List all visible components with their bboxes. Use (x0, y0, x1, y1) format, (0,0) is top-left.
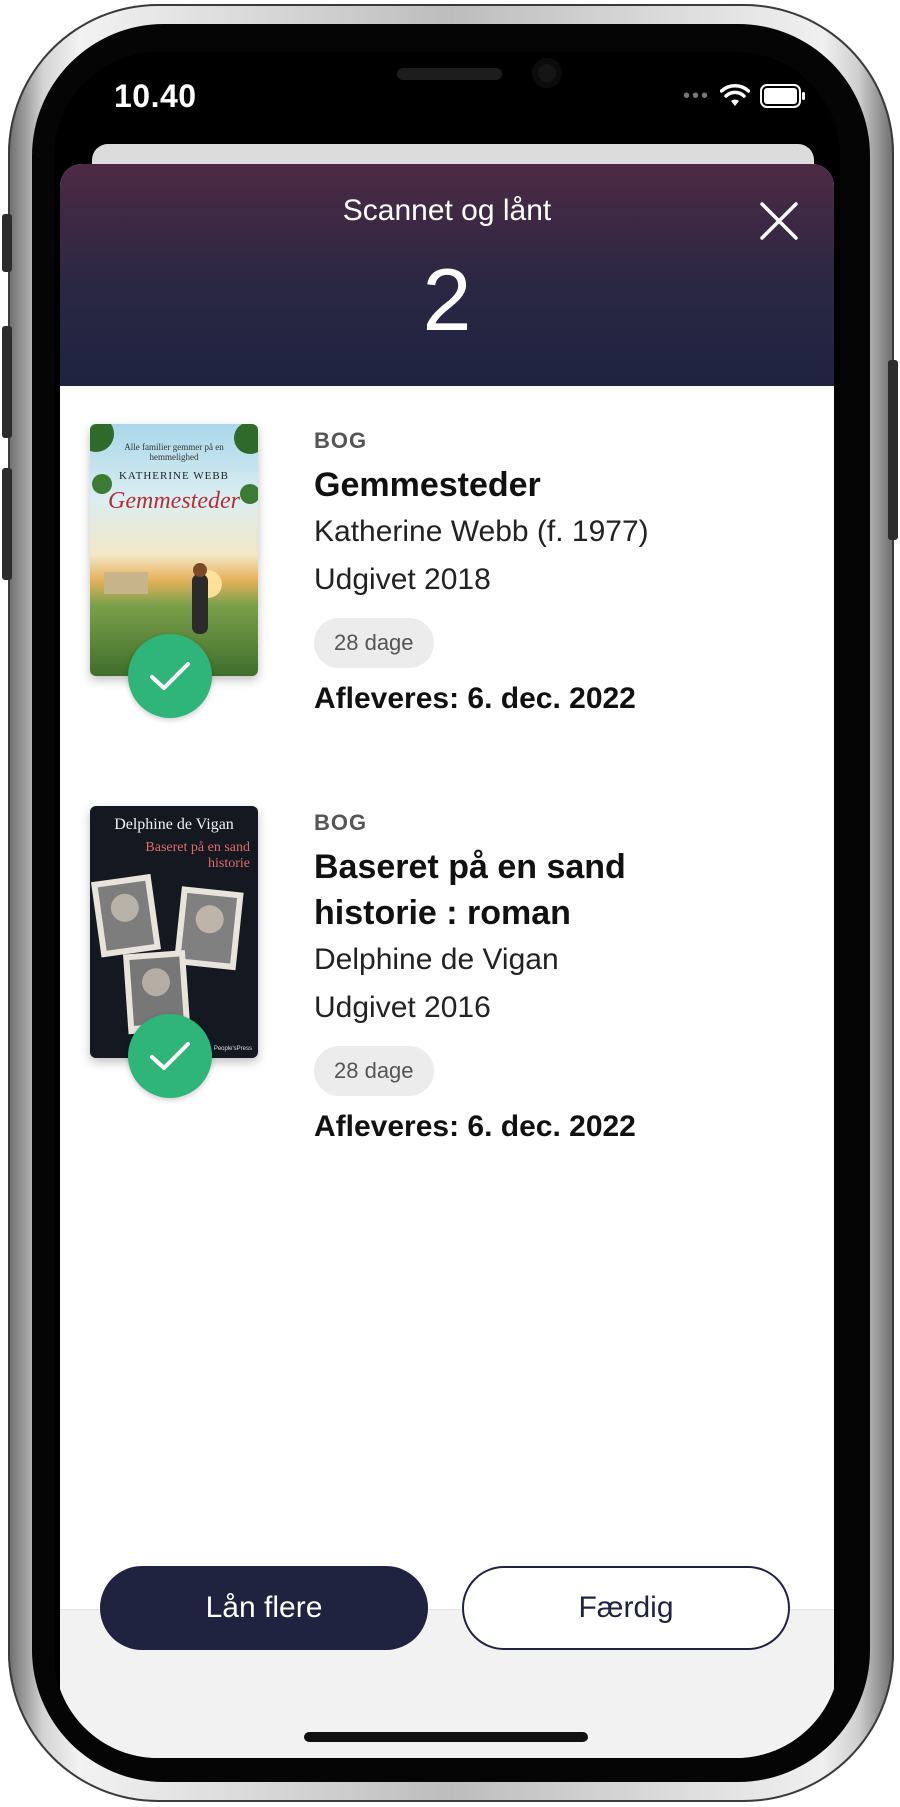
volume-down-button (2, 468, 12, 580)
cover-title: Baseret på en sand historie (145, 840, 250, 871)
loan-info: BOG Baseret på en sand historie : roman … (314, 810, 814, 1144)
book-title: Gemmesteder (314, 466, 541, 504)
cover-publisher: People'sPress (213, 1046, 252, 1052)
check-icon (128, 634, 212, 718)
loan-item[interactable]: Delphine de Vigan Baseret på en sand his… (60, 806, 834, 1146)
cover-author: KATHERINE WEBB (118, 470, 230, 482)
loan-duration-badge: 28 dage (314, 1046, 434, 1096)
cover-author: Delphine de Vigan (114, 816, 234, 833)
signal-dots: ••• (682, 84, 710, 107)
status-icons: ••• (683, 84, 806, 108)
loan-duration-badge: 28 dage (314, 618, 434, 668)
book-published: Udgivet 2018 (314, 563, 491, 596)
phone-screen: 10.40 ••• Scannet og lånt 2 Alle familie… (54, 52, 840, 1758)
due-date: Afleveres: 6. dec. 2022 (314, 682, 636, 715)
sheet-header: Scannet og lånt 2 (60, 164, 834, 386)
loan-item[interactable]: Alle familier gemmer på en hemmelighed K… (60, 424, 834, 764)
loan-count: 2 (422, 250, 472, 349)
speaker (397, 68, 502, 80)
cover-title: Gemmesteder (108, 488, 240, 514)
wifi-icon (720, 84, 750, 108)
loan-info: BOG Gemmesteder Katherine Webb (f. 1977)… (314, 428, 814, 716)
book-published: Udgivet 2016 (314, 991, 491, 1024)
material-type: BOG (314, 810, 368, 835)
home-indicator (304, 1732, 588, 1742)
cover-tagline: Alle familier gemmer på en hemmelighed (124, 442, 224, 462)
check-icon (128, 1014, 212, 1098)
book-author: Katherine Webb (f. 1977) (314, 515, 649, 548)
notch (232, 52, 662, 112)
battery-icon (760, 84, 806, 108)
volume-up-button (2, 326, 12, 438)
borrow-more-button[interactable]: Lån flere (100, 1566, 428, 1650)
status-time: 10.40 (114, 78, 197, 114)
done-button[interactable]: Færdig (462, 1566, 790, 1650)
book-author: Delphine de Vigan (314, 943, 559, 976)
front-camera (532, 58, 562, 88)
due-date: Afleveres: 6. dec. 2022 (314, 1110, 636, 1143)
loan-result-sheet: Scannet og lånt 2 Alle familier gemmer p… (60, 164, 834, 1758)
book-title: Baseret på en sand historie : roman (314, 848, 626, 932)
power-button (888, 360, 898, 540)
close-icon[interactable] (758, 200, 800, 242)
sheet-footer: Lån flere Færdig (60, 1566, 834, 1758)
mute-switch (2, 214, 12, 272)
material-type: BOG (314, 428, 368, 453)
header-title: Scannet og lånt (342, 194, 552, 227)
